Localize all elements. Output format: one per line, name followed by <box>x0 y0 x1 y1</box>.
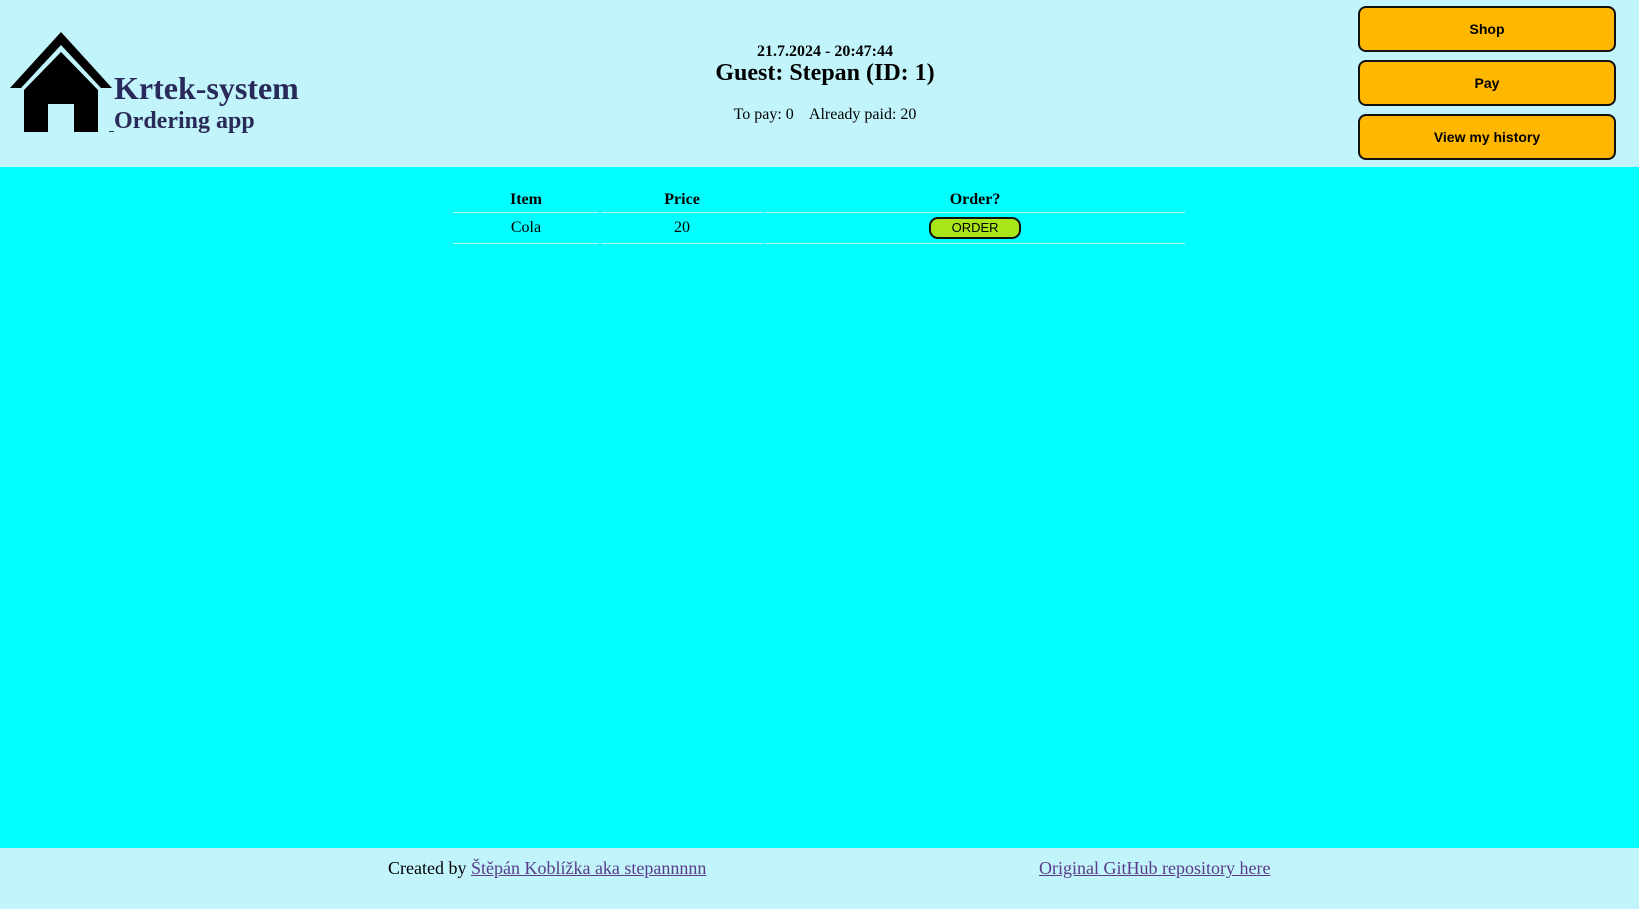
home-link[interactable] <box>10 30 112 132</box>
balance-summary: To pay: 0 Already paid: 20 <box>620 106 1030 124</box>
created-by-label: Created by <box>388 858 467 878</box>
already-paid-label: Already paid: <box>808 106 897 123</box>
view-history-button[interactable]: View my history <box>1358 114 1616 160</box>
table-header-row: Item Price Order? <box>453 184 1185 213</box>
to-pay-label: To pay: <box>733 106 782 123</box>
credit: Created by Štěpán Koblížka aka stepannnn… <box>388 858 706 879</box>
already-paid-value: 20 <box>900 106 917 123</box>
order-cell: ORDER <box>765 213 1185 244</box>
header: Krtek-system Ordering app 21.7.2024 - 20… <box>0 0 1639 167</box>
repo: Original GitHub repository here <box>1039 858 1270 879</box>
brand-subtitle: Ordering app <box>114 108 255 134</box>
guest-name: Guest: Stepan (ID: 1) <box>715 60 935 86</box>
brand-title: Krtek-system <box>114 70 299 106</box>
order-button[interactable]: ORDER <box>929 217 1022 239</box>
github-repo-link[interactable]: Original GitHub repository here <box>1039 858 1270 878</box>
column-header-item: Item <box>453 184 599 213</box>
shop-button[interactable]: Shop <box>1358 6 1616 52</box>
home-icon <box>10 32 112 132</box>
footer: Created by Štěpán Koblížka aka stepannnn… <box>0 848 1639 909</box>
pay-button[interactable]: Pay <box>1358 60 1616 106</box>
menu-table: Item Price Order? Cola 20 ORDER <box>451 184 1187 244</box>
to-pay-value: 0 <box>785 106 794 123</box>
item-price: 20 <box>600 213 764 244</box>
item-name: Cola <box>453 213 599 244</box>
table-row: Cola 20 ORDER <box>453 213 1185 244</box>
column-header-price: Price <box>600 184 764 213</box>
column-header-order: Order? <box>765 184 1185 213</box>
author-link[interactable]: Štěpán Koblížka aka stepannnnn <box>471 858 706 878</box>
current-datetime: 21.7.2024 - 20:47:44 <box>757 43 893 60</box>
